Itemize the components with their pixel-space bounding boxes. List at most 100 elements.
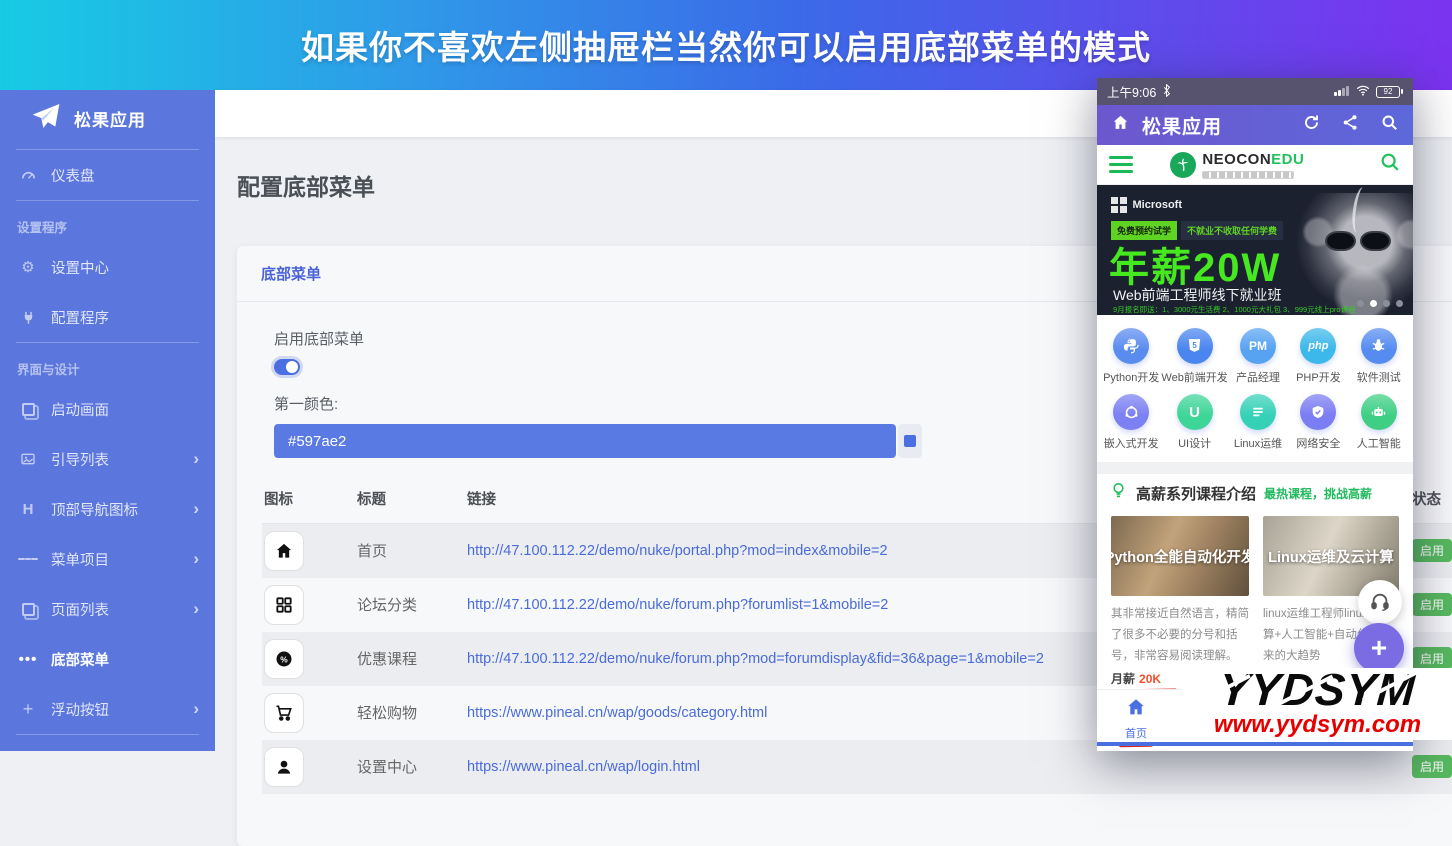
battery-percent: 92 (1376, 85, 1400, 98)
status-badge: 启用 (1412, 755, 1452, 778)
heading-icon: H (22, 500, 34, 518)
sidebar-item-label: 配置程序 (51, 310, 109, 327)
sidebar-item-label: 启动画面 (51, 402, 109, 419)
chevron-right-icon: › (193, 699, 199, 718)
sidebar-item-configure[interactable]: 配置程序 (0, 292, 215, 342)
grid-item-embedded[interactable]: 嵌入式开发 (1101, 390, 1161, 457)
menu-title: 首页 (355, 523, 465, 578)
grid-item-linux[interactable]: Linux运维 (1228, 390, 1288, 457)
grid-item-ai[interactable]: 人工智能 (1349, 390, 1409, 457)
refresh-icon[interactable] (1302, 113, 1321, 137)
sidebar-item-guide[interactable]: 引导列表 › (0, 434, 215, 484)
sidebar-item-label: 浮动按钮 (51, 702, 109, 719)
app-logo[interactable]: 松果应用 (0, 90, 215, 149)
phone-status-bar: 上午9:06 92 (1097, 78, 1413, 105)
user-icon (264, 746, 304, 787)
sidebar-item-pages[interactable]: 页面列表 › (0, 584, 215, 634)
enable-bottom-menu-toggle[interactable] (274, 359, 300, 375)
sidebar-item-fab[interactable]: + 浮动按钮 › (0, 684, 215, 734)
status-badge: 启用 (1412, 593, 1452, 616)
customer-service-button[interactable] (1358, 580, 1402, 624)
share-icon[interactable] (1341, 113, 1360, 137)
home-icon (264, 530, 304, 571)
sidebar-item-label: 页面列表 (51, 602, 109, 619)
phone-app-bar: 松果应用 (1097, 105, 1413, 145)
grid-item-security[interactable]: 网络安全 (1288, 390, 1348, 457)
list-icon (1240, 394, 1276, 431)
grid-item-label: 人工智能 (1356, 438, 1401, 451)
gear-icon: ⚙ (21, 259, 35, 276)
bug-icon (1360, 327, 1397, 364)
menu-link[interactable]: http://47.100.112.22/demo/nuke/forum.php… (467, 651, 1044, 667)
menu-link[interactable]: http://47.100.112.22/demo/nuke/forum.php… (467, 597, 888, 613)
grid-item-testing[interactable]: 软件测试 (1349, 323, 1409, 390)
sidebar-section-design: 界面与设计 (17, 363, 80, 377)
sidebar-item-dashboard[interactable]: 仪表盘 (0, 150, 215, 200)
sidebar-item-splash[interactable]: 启动画面 (0, 384, 215, 434)
grid-item-php[interactable]: php PHP开发 (1288, 323, 1348, 390)
ellipsis-icon: ••• (18, 650, 38, 668)
sidebar-item-menu[interactable]: 菜单项目 › (0, 534, 215, 584)
page-title: 配置底部菜单 (237, 174, 375, 200)
status-badge: 启用 (1412, 539, 1452, 563)
discount-icon: % (264, 638, 304, 679)
watermark-title: YYDSYM (1182, 668, 1452, 715)
column-header-status: 状态 (1410, 474, 1452, 524)
home-icon[interactable] (1111, 113, 1130, 137)
hero-subtitle: Web前端工程师线下就业班 (1113, 287, 1282, 303)
sidebar-item-settings[interactable]: ⚙ 设置中心 (0, 242, 215, 292)
site-logo[interactable]: NEOCONEDU (1170, 151, 1304, 179)
sidebar-item-label: 仪表盘 (51, 168, 95, 185)
chevron-right-icon: › (193, 549, 199, 568)
sidebar-item-label: 设置中心 (51, 260, 109, 277)
column-header-icon: 图标 (262, 474, 355, 524)
grid-item-label: Python开发 (1103, 371, 1160, 384)
promo-banner-text: 如果你不喜欢左侧抽屉栏当然你可以启用底部菜单的模式 (301, 29, 1151, 66)
tab-home[interactable]: 首页 (1118, 696, 1154, 748)
sidebar-item-topnav[interactable]: H 顶部导航图标 › (0, 484, 215, 534)
course-card-python[interactable]: Python全能自动化开发 其非常接近自然语言，精简了很多不必要的分号和括号，非… (1110, 516, 1249, 694)
svg-text:%: % (280, 654, 288, 664)
grid-item-ui[interactable]: U UI设计 (1161, 390, 1227, 457)
grid-item-web[interactable]: 5 Web前端开发 (1161, 323, 1228, 390)
search-icon[interactable] (1380, 113, 1399, 137)
course-section-subtitle: 最热课程，挑战高薪 (1264, 486, 1373, 501)
salary-label: 月薪 (1111, 672, 1136, 686)
course-title: Linux运维及云计算 (1268, 549, 1394, 566)
carousel-dots[interactable] (1357, 300, 1403, 307)
grid-item-label: PHP开发 (1296, 371, 1341, 384)
sidebar-item-label: 顶部导航图标 (51, 502, 138, 519)
site-brand-text: NEOCONEDU (1202, 150, 1305, 168)
palm-tree-icon (1170, 151, 1197, 178)
site-search-icon[interactable] (1379, 151, 1401, 178)
first-color-input[interactable] (274, 424, 896, 458)
menu-link[interactable]: https://www.pineal.cn/wap/login.html (467, 759, 700, 775)
chevron-right-icon: › (193, 449, 199, 468)
sidebar: 松果应用 仪表盘 设置程序 ⚙ 设置中心 配置程序 界面与设计 启动画面 引导列… (0, 90, 215, 751)
course-image: Python全能自动化开发 (1111, 516, 1249, 596)
ui-icon: U (1176, 394, 1213, 431)
status-badge: 启用 (1412, 647, 1452, 670)
grid-item-label: Web前端开发 (1161, 371, 1228, 384)
home-icon (1125, 696, 1147, 723)
plus-icon: + (22, 698, 34, 719)
php-icon: php (1300, 327, 1337, 364)
color-picker-button[interactable] (898, 424, 922, 458)
battery-icon: 92 (1376, 85, 1403, 98)
grid-item-pm[interactable]: PM 产品经理 (1228, 323, 1288, 390)
pm-icon: PM (1240, 327, 1276, 364)
sidebar-item-label: 底部菜单 (51, 652, 109, 669)
hero-carousel[interactable]: Microsoft 免费预约试学 不就业不收取任何学费 年薪20W Web前端工… (1097, 185, 1413, 315)
grid-item-python[interactable]: Python开发 (1101, 323, 1161, 390)
floating-add-button[interactable]: + (1354, 623, 1404, 673)
site-nav-bar: NEOCONEDU (1097, 145, 1413, 185)
grid-item-label: 产品经理 (1236, 371, 1280, 384)
menu-link[interactable]: https://www.pineal.cn/wap/goods/category… (467, 705, 767, 721)
sidebar-item-bottommenu[interactable]: ••• 底部菜单 (0, 634, 215, 684)
course-title: Python全能自动化开发 (1111, 549, 1249, 566)
course-description: 其非常接近自然语言，精简了很多不必要的分号和括号，非常容易阅读理解。 (1111, 608, 1249, 662)
hamburger-menu-icon[interactable] (1109, 152, 1133, 177)
menu-link[interactable]: http://47.100.112.22/demo/nuke/portal.ph… (467, 543, 888, 559)
sidebar-item-label: 引导列表 (51, 452, 109, 469)
tab-home-label: 首页 (1125, 728, 1147, 740)
